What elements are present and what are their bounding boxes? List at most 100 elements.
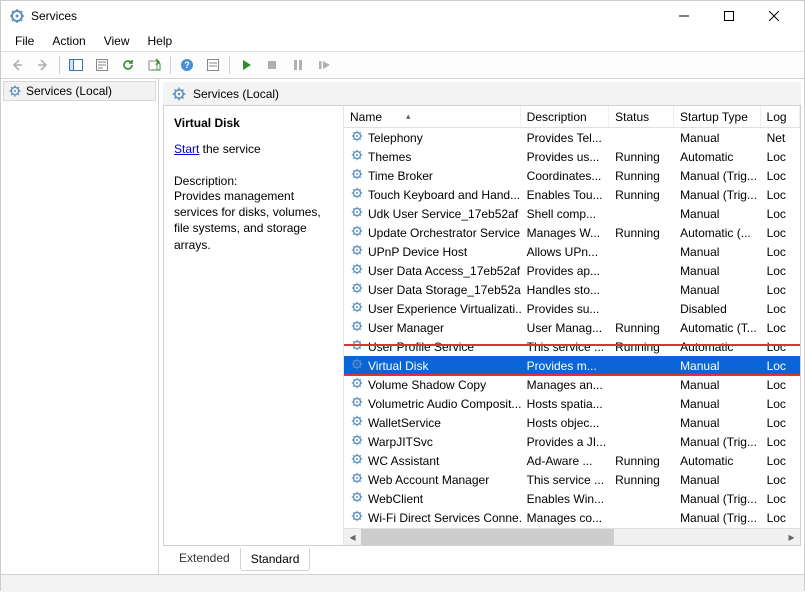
gear-icon: [171, 86, 187, 102]
service-logon-cell: Loc: [761, 245, 800, 259]
menu-help[interactable]: Help: [140, 32, 181, 50]
table-row[interactable]: Touch Keyboard and Hand...Enables Tou...…: [344, 185, 800, 204]
service-startup-cell: Manual: [674, 264, 761, 278]
gear-icon: [350, 471, 364, 488]
titlebar: Services: [1, 1, 804, 31]
service-name-cell: Wi-Fi Direct Services Conne...: [368, 511, 521, 525]
col-description[interactable]: Description: [521, 106, 609, 127]
pause-service-button[interactable]: [286, 54, 310, 76]
service-name-cell: Update Orchestrator Service: [368, 226, 520, 240]
table-row[interactable]: User Data Access_17eb52afProvides ap...M…: [344, 261, 800, 280]
table-row[interactable]: Wi-Fi Direct Services Conne...Manages co…: [344, 508, 800, 527]
table-row[interactable]: User Experience Virtualizati...Provides …: [344, 299, 800, 318]
service-logon-cell: Loc: [761, 473, 800, 487]
table-row[interactable]: Time BrokerCoordinates...RunningManual (…: [344, 166, 800, 185]
table-row[interactable]: TelephonyProvides Tel...ManualNet: [344, 128, 800, 147]
help2-button[interactable]: [201, 54, 225, 76]
service-startup-cell: Manual: [674, 378, 761, 392]
table-row[interactable]: WC AssistantAd-Aware ...RunningAutomatic…: [344, 451, 800, 470]
show-hide-tree-button[interactable]: [64, 54, 88, 76]
export-list-button[interactable]: [142, 54, 166, 76]
gear-icon: [8, 84, 22, 98]
col-logon[interactable]: Log: [761, 106, 800, 127]
table-row[interactable]: UPnP Device Host Allows UPn... ManualLoc: [344, 242, 800, 261]
scroll-right-icon[interactable]: ▸: [783, 529, 800, 546]
col-name[interactable]: Name▴: [344, 106, 521, 127]
service-logon-cell: Loc: [761, 226, 800, 240]
service-desc-cell: User Manag...: [521, 321, 609, 335]
gear-icon: [350, 167, 364, 184]
services-app-icon: [9, 8, 25, 24]
view-tabs: Extended Standard: [163, 548, 801, 570]
start-service-link[interactable]: Start: [174, 142, 199, 156]
restart-service-button[interactable]: [312, 54, 336, 76]
tab-extended[interactable]: Extended: [169, 548, 240, 569]
detail-pane: Virtual Disk Start the service Descripti…: [164, 106, 344, 545]
col-startup[interactable]: Startup Type: [674, 106, 761, 127]
table-row[interactable]: User ManagerUser Manag...RunningAutomati…: [344, 318, 800, 337]
refresh-button[interactable]: [116, 54, 140, 76]
service-startup-cell: Manual: [674, 131, 761, 145]
gear-icon: [350, 319, 364, 336]
table-row[interactable]: Web Account ManagerThis service ...Runni…: [344, 470, 800, 489]
tree-pane: Services (Local): [1, 79, 159, 574]
menu-action[interactable]: Action: [44, 32, 93, 50]
service-name-cell: WalletService: [368, 416, 441, 430]
properties-button[interactable]: [90, 54, 114, 76]
tree-root-item[interactable]: Services (Local): [3, 81, 156, 101]
service-desc-cell: Allows UPn...: [521, 245, 609, 259]
scroll-thumb[interactable]: [361, 529, 614, 545]
menu-file[interactable]: File: [7, 32, 42, 50]
service-startup-cell: Automatic: [674, 340, 761, 354]
service-desc-cell: Provides su...: [521, 302, 609, 316]
service-status-cell: Running: [609, 321, 674, 335]
table-row[interactable]: Udk User Service_17eb52afShell comp...Ma…: [344, 204, 800, 223]
maximize-button[interactable]: [706, 1, 751, 31]
table-row[interactable]: Volume Shadow CopyManages an...ManualLoc: [344, 375, 800, 394]
service-startup-cell: Automatic (...: [674, 226, 761, 240]
content-pane: Services (Local) Virtual Disk Start the …: [159, 79, 804, 574]
stop-service-button[interactable]: [260, 54, 284, 76]
forward-button[interactable]: [31, 54, 55, 76]
service-startup-cell: Manual: [674, 245, 761, 259]
table-row[interactable]: WarpJITSvcProvides a JI...Manual (Trig..…: [344, 432, 800, 451]
service-logon-cell: Loc: [761, 511, 800, 525]
service-logon-cell: Loc: [761, 207, 800, 221]
service-name-cell: Time Broker: [368, 169, 433, 183]
service-logon-cell: Net: [761, 131, 800, 145]
gear-icon: [350, 452, 364, 469]
col-status[interactable]: Status: [609, 106, 674, 127]
service-logon-cell: Loc: [761, 188, 800, 202]
menu-view[interactable]: View: [96, 32, 138, 50]
sort-asc-icon: ▴: [406, 111, 411, 122]
service-startup-cell: Manual: [674, 416, 761, 430]
scroll-left-icon[interactable]: ◂: [344, 529, 361, 546]
service-desc-cell: This service ...: [521, 473, 609, 487]
table-row[interactable]: Update Orchestrator ServiceManages W...R…: [344, 223, 800, 242]
selected-service-name: Virtual Disk: [174, 116, 333, 130]
table-row[interactable]: WalletServiceHosts objec...ManualLoc: [344, 413, 800, 432]
service-name-cell: UPnP Device Host: [368, 245, 467, 259]
table-row[interactable]: User Data Storage_17eb52afHandles sto...…: [344, 280, 800, 299]
column-headers: Name▴ Description Status Startup Type Lo…: [344, 106, 800, 128]
table-row[interactable]: ThemesProvides us...RunningAutomaticLoc: [344, 147, 800, 166]
table-row[interactable]: Volumetric Audio Composit...Hosts spatia…: [344, 394, 800, 413]
table-row[interactable]: WebClientEnables Win...Manual (Trig...Lo…: [344, 489, 800, 508]
minimize-button[interactable]: [661, 1, 706, 31]
close-button[interactable]: [751, 1, 796, 31]
gear-icon: [350, 224, 364, 241]
service-startup-cell: Automatic: [674, 454, 761, 468]
service-startup-cell: Manual: [674, 359, 761, 373]
horizontal-scrollbar[interactable]: ◂ ▸: [344, 528, 800, 545]
table-row[interactable]: Virtual DiskProvides m...ManualLoc: [344, 356, 800, 375]
service-startup-cell: Manual: [674, 473, 761, 487]
service-logon-cell: Loc: [761, 378, 800, 392]
back-button[interactable]: [5, 54, 29, 76]
service-status-cell: Running: [609, 188, 674, 202]
table-row[interactable]: User Profile ServiceThis service ...Runn…: [344, 337, 800, 356]
service-startup-cell: Manual: [674, 397, 761, 411]
tab-standard[interactable]: Standard: [240, 548, 311, 571]
service-logon-cell: Loc: [761, 359, 800, 373]
help-button[interactable]: ?: [175, 54, 199, 76]
start-service-button[interactable]: [234, 54, 258, 76]
